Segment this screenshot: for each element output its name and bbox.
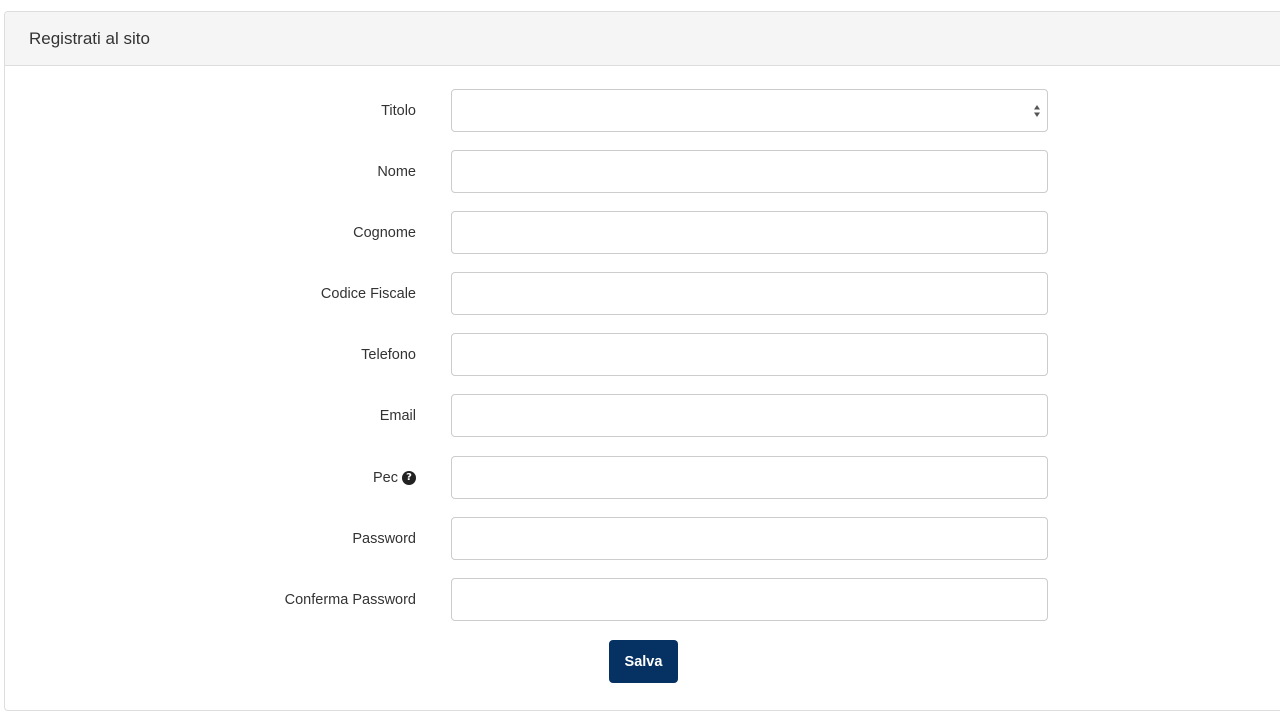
form-row-nome: Nome <box>0 150 1280 194</box>
panel-title: Registrati al sito <box>29 28 150 48</box>
password-input[interactable] <box>451 517 1048 560</box>
conferma-password-label: Conferma Password <box>284 592 416 608</box>
select-arrows-icon <box>1034 105 1040 117</box>
form-row-password: Password <box>0 517 1280 561</box>
titolo-label: Titolo <box>381 103 416 119</box>
telefono-label: Telefono <box>361 347 416 363</box>
nome-label: Nome <box>377 164 416 180</box>
form-row-codice-fiscale: Codice Fiscale <box>0 272 1280 316</box>
question-circle-icon[interactable]: ? <box>402 471 416 485</box>
nome-input[interactable] <box>451 150 1048 193</box>
email-input[interactable] <box>451 394 1048 437</box>
form-row-pec: Pec ? <box>0 456 1280 500</box>
password-label: Password <box>352 531 416 547</box>
panel-heading: Registrati al sito <box>5 12 1280 66</box>
telefono-input[interactable] <box>451 333 1048 376</box>
conferma-password-input[interactable] <box>451 578 1048 621</box>
form-row-cognome: Cognome <box>0 211 1280 255</box>
pec-label-wrapper: Pec ? <box>373 456 416 500</box>
pec-label: Pec <box>373 470 398 486</box>
codice-fiscale-label: Codice Fiscale <box>320 286 416 302</box>
form-row-email: Email <box>0 394 1280 438</box>
email-label: Email <box>379 408 416 424</box>
pec-input[interactable] <box>451 456 1048 499</box>
cognome-label: Cognome <box>353 225 416 241</box>
form-row-conferma-password: Conferma Password <box>0 578 1280 622</box>
save-button[interactable]: Salva <box>609 640 678 683</box>
cognome-input[interactable] <box>451 211 1048 254</box>
form-row-titolo: Titolo <box>0 89 1280 133</box>
codice-fiscale-input[interactable] <box>451 272 1048 315</box>
titolo-select[interactable] <box>451 89 1048 132</box>
form-row-telefono: Telefono <box>0 333 1280 377</box>
